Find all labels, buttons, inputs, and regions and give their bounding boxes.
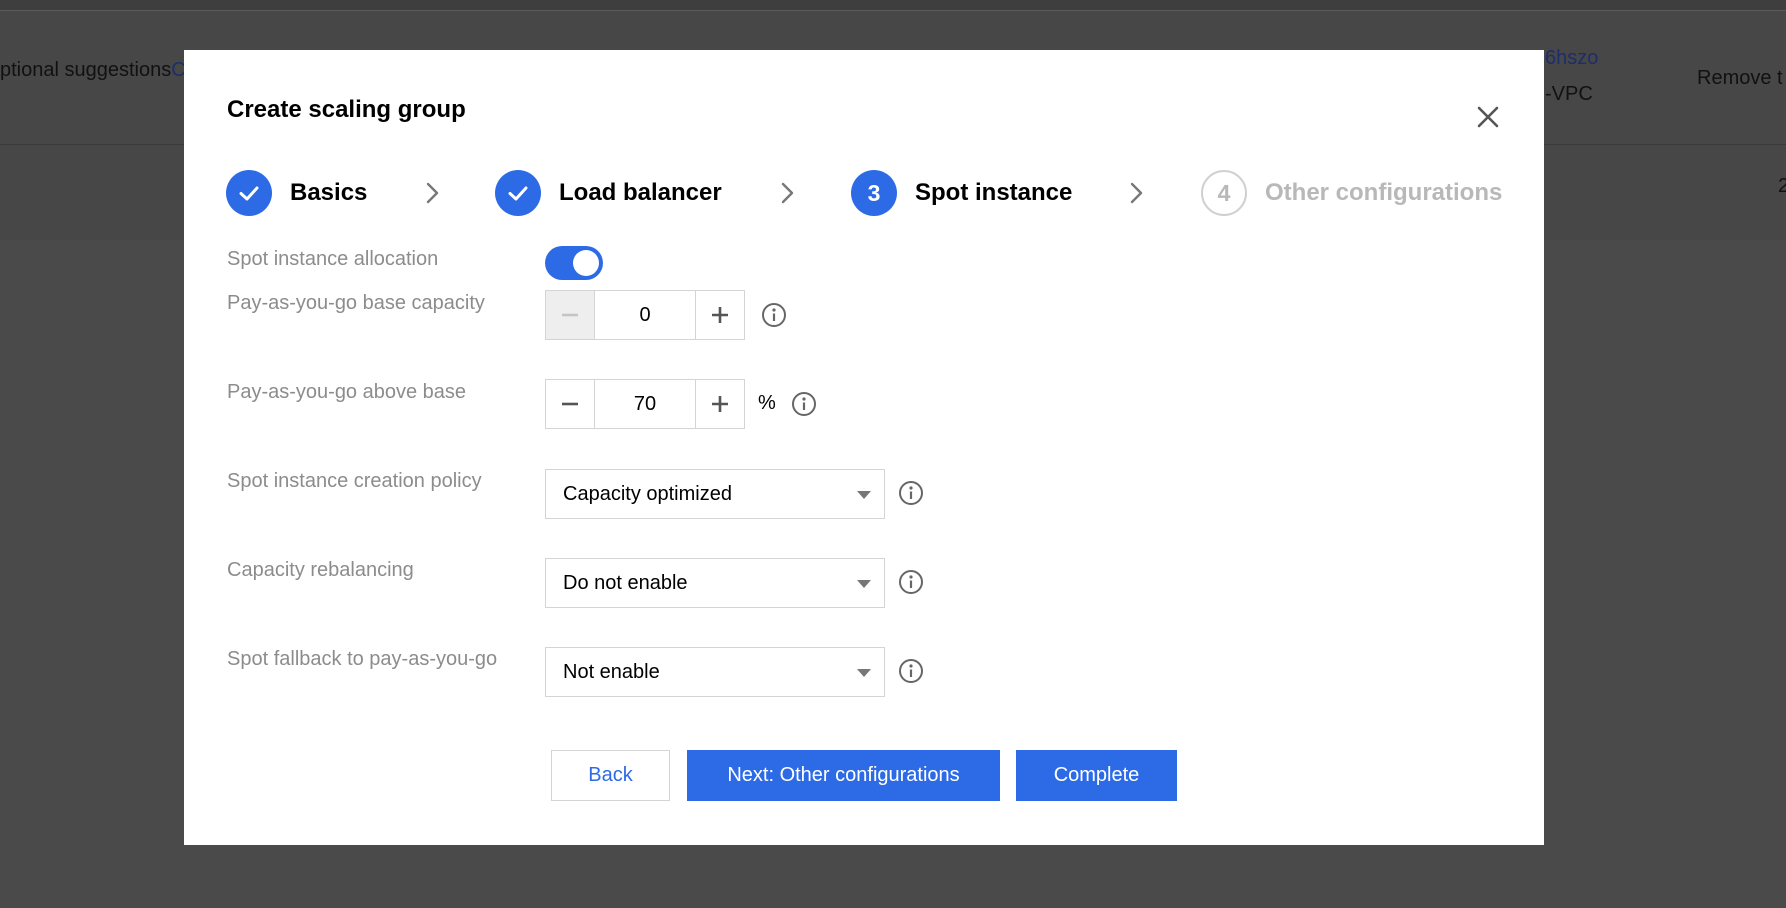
- info-icon[interactable]: [898, 658, 924, 684]
- base-capacity-increment-button[interactable]: [695, 290, 745, 340]
- background-row-vpc: -VPC: [1545, 83, 1593, 105]
- step-number: 3: [851, 170, 897, 216]
- step-label: Basics: [290, 179, 368, 206]
- close-icon: [1477, 106, 1499, 128]
- step-number: 4: [1201, 170, 1247, 216]
- fallback-select[interactable]: Not enable: [545, 647, 885, 697]
- minus-icon: [562, 402, 578, 406]
- caret-down-icon: [857, 669, 871, 677]
- info-icon[interactable]: [791, 391, 817, 417]
- create-scaling-group-dialog: Create scaling group Basics Load balance…: [184, 50, 1544, 845]
- step-label: Spot instance: [915, 179, 1073, 206]
- step-spot-instance: 3 Spot instance: [851, 169, 1072, 217]
- base-capacity-label: Pay-as-you-go base capacity: [227, 292, 485, 314]
- above-base-input[interactable]: 70: [595, 379, 695, 429]
- toggle-knob: [573, 250, 599, 276]
- step-label: Load balancer: [559, 179, 722, 206]
- step-other-configurations: 4 Other configurations: [1201, 169, 1502, 217]
- step-basics: Basics: [226, 169, 367, 217]
- background-row-remove: Remove t: [1697, 67, 1783, 89]
- chevron-right-icon: [1130, 182, 1143, 204]
- info-icon[interactable]: [761, 302, 787, 328]
- rebalancing-value: Do not enable: [563, 572, 688, 594]
- background-row-count: 2: [1778, 175, 1786, 197]
- info-icon[interactable]: [898, 569, 924, 595]
- minus-icon: [562, 313, 578, 317]
- creation-policy-value: Capacity optimized: [563, 483, 732, 505]
- back-button[interactable]: Back: [551, 750, 670, 801]
- next-button[interactable]: Next: Other configurations: [687, 750, 1000, 801]
- background-row-link: 6hszo: [1545, 47, 1599, 69]
- above-base-label: Pay-as-you-go above base: [227, 381, 467, 403]
- above-base-increment-button[interactable]: [695, 379, 745, 429]
- background-top-bar: [0, 0, 1786, 11]
- creation-policy-select[interactable]: Capacity optimized: [545, 469, 885, 519]
- rebalancing-select[interactable]: Do not enable: [545, 558, 885, 608]
- fallback-value: Not enable: [563, 661, 660, 683]
- spot-allocation-toggle[interactable]: [545, 246, 603, 280]
- complete-button[interactable]: Complete: [1016, 750, 1177, 801]
- rebalancing-label: Capacity rebalancing: [227, 559, 414, 581]
- spot-allocation-label: Spot instance allocation: [227, 248, 439, 270]
- step-load-balancer-check: [495, 170, 541, 216]
- close-button[interactable]: [1471, 100, 1505, 134]
- fallback-label: Spot fallback to pay-as-you-go: [227, 648, 498, 670]
- caret-down-icon: [857, 580, 871, 588]
- creation-policy-label: Spot instance creation policy: [227, 470, 482, 492]
- chevron-right-icon: [781, 182, 794, 204]
- base-capacity-input[interactable]: 0: [595, 290, 695, 340]
- chevron-right-icon: [426, 182, 439, 204]
- caret-down-icon: [857, 491, 871, 499]
- check-icon: [239, 186, 259, 201]
- above-base-stepper: 70: [545, 379, 745, 429]
- info-icon[interactable]: [898, 480, 924, 506]
- step-basics-check: [226, 170, 272, 216]
- step-label: Other configurations: [1265, 179, 1503, 206]
- base-capacity-decrement-button[interactable]: [545, 290, 595, 340]
- check-icon: [508, 186, 528, 201]
- background-row-text: ptional suggestionsC: [0, 59, 186, 81]
- plus-icon: [712, 307, 728, 323]
- above-base-decrement-button[interactable]: [545, 379, 595, 429]
- plus-icon: [712, 396, 728, 412]
- dialog-title: Create scaling group: [227, 96, 466, 123]
- base-capacity-stepper: 0: [545, 290, 745, 340]
- step-load-balancer: Load balancer: [495, 169, 722, 217]
- percent-unit: %: [758, 392, 776, 414]
